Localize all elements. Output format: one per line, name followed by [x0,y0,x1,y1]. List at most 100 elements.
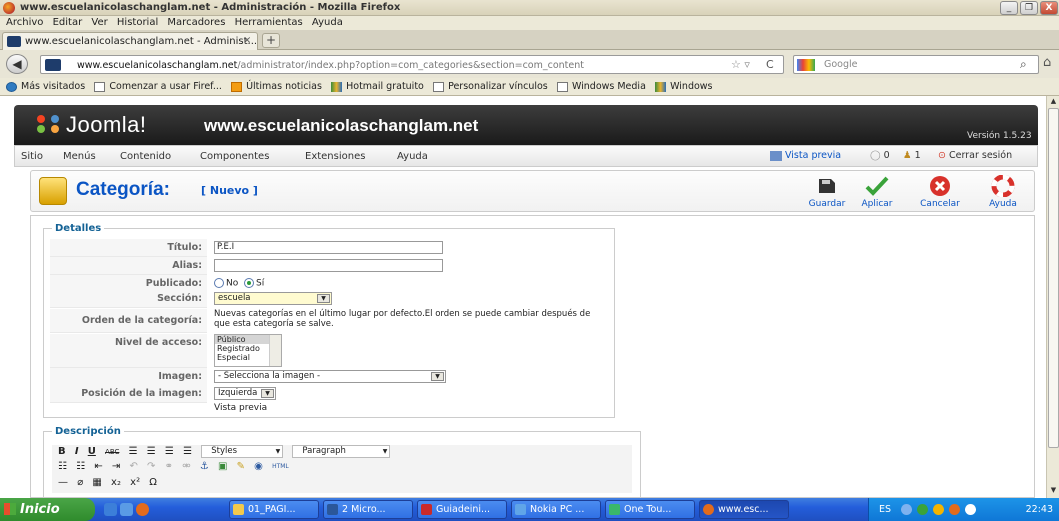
taskbar-item-onetouch[interactable]: One Tou... [605,500,695,519]
indent-icon[interactable]: ⇥ [112,461,120,472]
underline-button[interactable]: U [88,446,96,457]
ie-quicklaunch-icon[interactable] [104,503,117,516]
jmenu-contenido[interactable]: Contenido [120,151,171,162]
paragraph-select[interactable]: Paragraph ▼ [292,445,391,458]
bullet-list-icon[interactable]: ☷ [58,461,67,472]
users-count[interactable]: ♟ 1 [903,150,921,161]
search-input[interactable]: Google [824,59,858,70]
taskbar-item-word[interactable]: 2 Micro... [323,500,413,519]
superscript-icon[interactable]: x² [130,477,140,488]
jmenu-sitio[interactable]: Sitio [21,151,43,162]
minimize-button[interactable]: _ [1000,1,1018,15]
link-icon[interactable]: ⚭ [165,461,173,472]
align-right-icon[interactable]: ☰ [165,446,174,457]
unlink-icon[interactable]: ⚮ [182,461,190,472]
taskbar-item-folder[interactable]: 01_PAGI... [229,500,319,519]
tray-icon[interactable] [949,504,960,515]
start-button[interactable]: Inicio [0,498,95,521]
menu-historial[interactable]: Historial [117,16,158,30]
title-input[interactable]: P.E.I [214,241,443,254]
jmenu-ayuda[interactable]: Ayuda [397,151,428,162]
published-no-radio[interactable] [214,278,224,288]
tray-icon[interactable] [933,504,944,515]
search-icon[interactable]: ⌕ [1020,57,1027,72]
bookmark-comenzar[interactable]: Comenzar a usar Firef... [94,78,222,96]
cancel-button[interactable]: Cancelar [917,173,963,211]
bookmark-mas-visitados[interactable]: Más visitados [6,78,85,96]
alias-input[interactable] [214,259,443,272]
maximize-button[interactable]: ❐ [1020,1,1038,15]
menu-ver[interactable]: Ver [91,16,107,30]
undo-icon[interactable]: ↶ [129,461,137,472]
close-button[interactable]: X [1040,1,1058,15]
bookmark-ultimas-noticias[interactable]: Últimas noticias [231,78,322,96]
menu-editar[interactable]: Editar [53,16,83,30]
subscript-icon[interactable]: x₂ [111,477,121,488]
bookmark-personalizar[interactable]: Personalizar vínculos [433,78,548,96]
menu-herramientas[interactable]: Herramientas [235,16,303,30]
bold-button[interactable]: B [58,446,66,457]
url-bar[interactable]: www.escuelanicolaschanglam.net/administr… [40,55,784,74]
help-editor-icon[interactable]: ◉ [254,461,263,472]
save-button[interactable]: Guardar [804,173,850,211]
access-listbox[interactable]: Público Registrado Especial [214,334,282,367]
jmenu-componentes[interactable]: Componentes [200,151,269,162]
logout-link[interactable]: ⊙ Cerrar sesión [938,150,1012,161]
scroll-down-icon[interactable]: ▼ [1048,486,1059,496]
home-icon[interactable]: ⌂ [1043,55,1051,70]
tray-icon[interactable] [901,504,912,515]
tab-close-icon[interactable]: × [243,35,251,46]
section-select[interactable]: escuela ▼ [214,292,332,305]
bookmark-windows-media[interactable]: Windows Media [556,78,646,96]
remove-format-icon[interactable]: ⌀ [77,477,83,488]
language-indicator[interactable]: ES [879,498,891,521]
styles-select[interactable]: Styles ▼ [201,445,284,458]
messages-count[interactable]: ◯ 0 [870,150,890,161]
menu-marcadores[interactable]: Marcadores [167,16,225,30]
image-icon[interactable]: ▣ [218,461,227,472]
help-button[interactable]: Ayuda [980,173,1026,211]
scroll-up-icon[interactable]: ▲ [1048,97,1059,107]
scroll-thumb[interactable] [1048,108,1059,448]
menu-ayuda[interactable]: Ayuda [312,16,343,30]
bookmark-hotmail[interactable]: Hotmail gratuito [331,78,424,96]
html-button[interactable]: HTML [272,463,289,470]
firefox-quicklaunch-icon[interactable] [136,503,149,516]
strikethrough-button[interactable]: ABC [105,448,119,456]
vertical-scrollbar[interactable]: ▲ ▼ [1046,96,1059,498]
align-left-icon[interactable]: ☰ [129,446,138,457]
horizontal-rule-icon[interactable]: — [58,477,68,488]
jmenu-extensiones[interactable]: Extensiones [305,151,365,162]
tray-icon[interactable] [917,504,928,515]
reload-icon[interactable]: C [766,58,774,71]
bookmark-windows[interactable]: Windows [655,78,713,96]
taskbar-item-firefox[interactable]: www.esc... [699,500,789,519]
taskbar-item-pdf[interactable]: Guiadeini... [417,500,507,519]
preview-link[interactable]: Vista previa [770,150,841,161]
published-yes-radio[interactable] [243,278,254,288]
listbox-scrollbar[interactable] [269,335,281,366]
browser-tab[interactable]: www.escuelanicolaschanglam.net - Adminis… [2,32,258,50]
anchor-icon[interactable]: ⚓ [200,461,209,472]
desktop-quicklaunch-icon[interactable] [120,503,133,516]
image-select[interactable]: - Selecciona la imagen - ▼ [214,370,446,383]
bookmark-star-icon[interactable]: ☆ ▿ [731,58,750,71]
align-justify-icon[interactable]: ☰ [183,446,192,457]
outdent-icon[interactable]: ⇤ [94,461,102,472]
jmenu-menus[interactable]: Menús [63,151,96,162]
italic-button[interactable]: I [75,446,79,457]
redo-icon[interactable]: ↷ [147,461,155,472]
special-char-button[interactable]: Ω [149,477,157,488]
back-button[interactable]: ◀ [6,54,28,74]
image-position-select[interactable]: Izquierda ▼ [214,387,276,400]
apply-button[interactable]: Aplicar [854,173,900,211]
menu-archivo[interactable]: Archivo [6,16,43,30]
cleanup-icon[interactable]: ✎ [237,461,245,472]
search-bar[interactable]: Google ⌕ [793,55,1039,74]
new-tab-button[interactable]: + [262,33,280,48]
tray-icon[interactable] [965,504,976,515]
numbered-list-icon[interactable]: ☷ [76,461,85,472]
taskbar-item-nokia[interactable]: Nokia PC ... [511,500,601,519]
align-center-icon[interactable]: ☰ [147,446,156,457]
visual-aid-icon[interactable]: ▦ [92,477,101,488]
